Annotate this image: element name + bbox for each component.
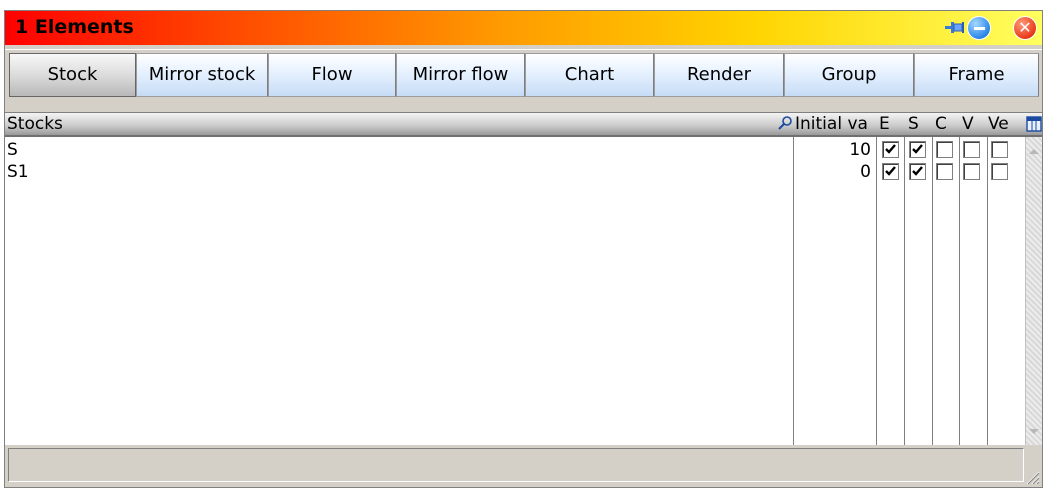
tab-mirror-flow[interactable]: Mirror flow — [396, 53, 525, 97]
initial-value[interactable]: 10 — [795, 139, 871, 161]
tab-group[interactable]: Group — [784, 53, 914, 97]
close-icon[interactable]: ✕ — [1013, 16, 1037, 40]
column-header-e[interactable]: E — [879, 113, 890, 135]
stock-name[interactable]: S1 — [7, 161, 29, 183]
columns-icon[interactable] — [1026, 116, 1042, 138]
column-divider — [904, 137, 905, 446]
checkbox-e[interactable] — [882, 163, 899, 180]
title-bar[interactable]: 1 Elements ✕ — [5, 11, 1042, 45]
column-divider — [987, 137, 988, 446]
column-divider — [876, 137, 877, 446]
minimize-icon[interactable] — [967, 16, 991, 40]
tab-render[interactable]: Render — [654, 53, 784, 97]
column-header-s[interactable]: S — [908, 113, 919, 135]
checkbox-ve[interactable] — [991, 141, 1008, 158]
vertical-scrollbar[interactable] — [1025, 137, 1042, 446]
table-header: Stocks Initial va E S C V Ve — [5, 113, 1042, 137]
tab-mirror-stock[interactable]: Mirror stock — [136, 53, 268, 97]
column-divider — [932, 137, 933, 446]
column-divider — [959, 137, 960, 446]
column-header-initial-value[interactable]: Initial va — [795, 113, 868, 135]
resize-grip-icon[interactable] — [1024, 469, 1040, 485]
checkbox-s[interactable] — [909, 163, 926, 180]
checkbox-v[interactable] — [963, 141, 980, 158]
checkbox-e[interactable] — [882, 141, 899, 158]
checkbox-ve[interactable] — [991, 163, 1008, 180]
table-row[interactable]: S1 0 — [5, 161, 1025, 183]
column-header-ve[interactable]: Ve — [988, 113, 1009, 135]
tab-stock[interactable]: Stock — [9, 53, 136, 97]
element-type-tabs: Stock Mirror stock Flow Mirror flow Char… — [5, 49, 1042, 100]
tab-chart[interactable]: Chart — [525, 53, 654, 97]
table-row[interactable]: S 10 — [5, 139, 1025, 161]
window-title: 1 Elements — [15, 16, 134, 38]
tab-flow[interactable]: Flow — [268, 53, 396, 97]
search-icon[interactable] — [777, 115, 793, 137]
column-header-stocks[interactable]: Stocks — [7, 113, 63, 135]
checkbox-v[interactable] — [963, 163, 980, 180]
checkbox-c[interactable] — [936, 163, 953, 180]
initial-value[interactable]: 0 — [795, 161, 871, 183]
tab-frame[interactable]: Frame — [914, 53, 1039, 97]
elements-window: 1 Elements ✕ Stock Mirror stock Flow Mir… — [4, 10, 1043, 488]
column-header-c[interactable]: C — [935, 113, 947, 135]
column-divider — [793, 137, 794, 446]
checkbox-c[interactable] — [936, 141, 953, 158]
status-field — [8, 448, 1024, 482]
column-header-v[interactable]: V — [962, 113, 974, 135]
stock-name[interactable]: S — [7, 139, 18, 161]
checkbox-s[interactable] — [909, 141, 926, 158]
scroll-up-icon[interactable] — [1029, 149, 1039, 154]
scroll-down-icon[interactable] — [1029, 429, 1039, 434]
stocks-table: Stocks Initial va E S C V Ve S 10 S1 0 — [5, 112, 1042, 446]
pin-icon[interactable] — [942, 16, 966, 40]
status-bar — [5, 445, 1042, 487]
